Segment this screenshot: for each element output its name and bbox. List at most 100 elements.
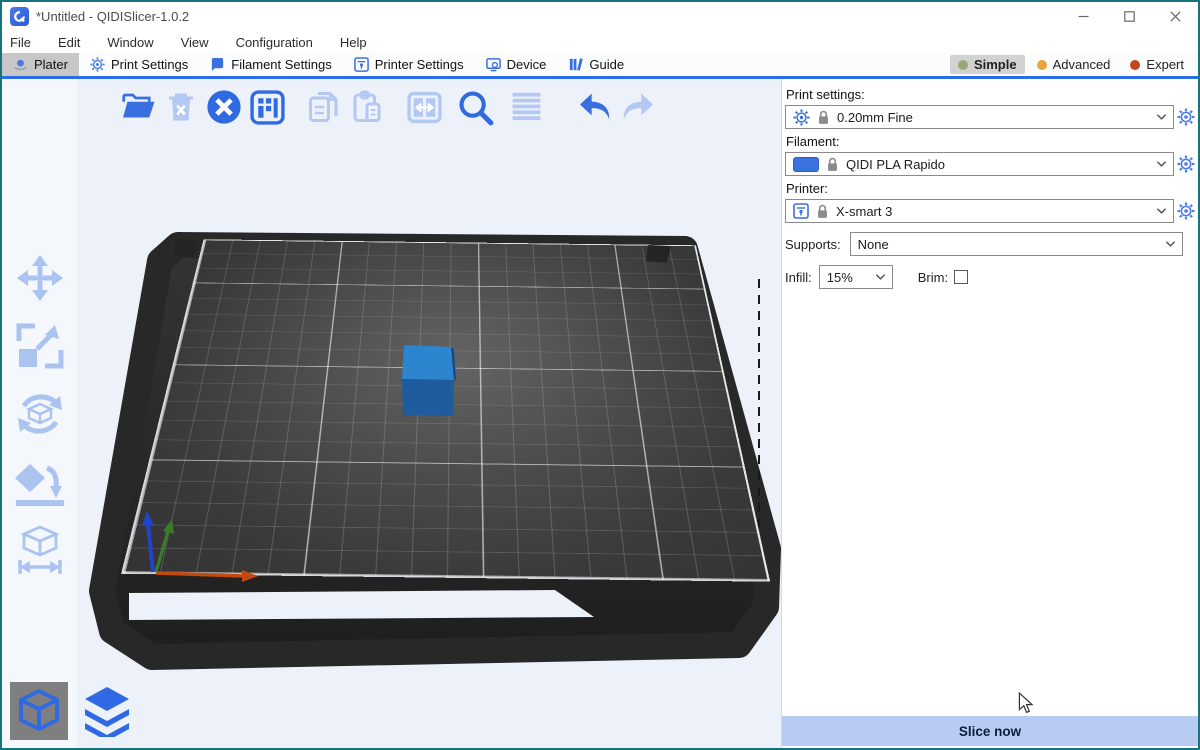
gear-icon <box>1177 108 1195 126</box>
place-on-face-tool-button[interactable] <box>13 455 67 509</box>
supports-combo[interactable]: None <box>850 232 1183 256</box>
menu-file[interactable]: File <box>10 35 44 50</box>
slice-now-button[interactable]: Slice now <box>782 716 1198 746</box>
measure-tool-button[interactable] <box>13 523 67 577</box>
gear-icon <box>90 57 105 72</box>
maximize-button[interactable] <box>1106 2 1152 31</box>
filament-color-swatch <box>793 157 819 172</box>
plater-toolbar <box>118 87 661 127</box>
title-bar: *Untitled - QIDISlicer-1.0.2 <box>2 2 1198 31</box>
redo-button[interactable] <box>618 87 658 127</box>
window-title: *Untitled - QIDISlicer-1.0.2 <box>36 9 189 24</box>
print-settings-combo[interactable]: 0.20mm Fine <box>785 105 1174 129</box>
preview-layers-icon <box>81 685 133 737</box>
mode-simple[interactable]: Simple <box>950 55 1025 74</box>
printer-label: Printer: <box>786 181 1198 196</box>
open-folder-button[interactable] <box>118 87 158 127</box>
infill-label: Infill: <box>785 270 812 285</box>
delete-trash-icon <box>163 89 199 125</box>
arrange-button[interactable] <box>247 87 287 127</box>
printer-combo[interactable]: X-smart 3 <box>785 199 1174 223</box>
arrange-icon <box>249 89 286 126</box>
gear-icon <box>1177 155 1195 173</box>
menu-help[interactable]: Help <box>340 35 380 50</box>
rotate-icon <box>14 388 66 440</box>
chevron-down-icon <box>1156 207 1167 215</box>
mode-expert[interactable]: Expert <box>1122 55 1192 74</box>
3d-viewport[interactable] <box>2 79 781 748</box>
menu-bar: File Edit Window View Configuration Help <box>2 31 1198 53</box>
settings-sidebar: Print settings: 0.20mm Fine Filament: QI… <box>781 79 1198 748</box>
menu-view[interactable]: View <box>181 35 222 50</box>
measure-icon <box>14 524 66 576</box>
brim-label: Brim: <box>918 270 948 285</box>
tab-guide[interactable]: Guide <box>557 53 635 76</box>
search-button[interactable] <box>455 87 495 127</box>
delete-all-icon <box>205 88 243 126</box>
3d-view-cube-icon <box>16 688 62 734</box>
edit-printer-button[interactable] <box>1174 202 1198 220</box>
advanced-mode-dot <box>1037 60 1047 70</box>
3d-editor-view-button[interactable] <box>10 682 68 740</box>
gear-icon <box>793 109 810 126</box>
infill-combo[interactable]: 15% <box>819 265 893 289</box>
printer-icon <box>354 57 369 72</box>
scale-tool-button[interactable] <box>13 319 67 373</box>
move-tool-button[interactable] <box>13 251 67 305</box>
paste-button[interactable] <box>347 87 387 127</box>
delete-all-button[interactable] <box>204 87 244 127</box>
chevron-down-icon <box>1156 113 1167 121</box>
supports-label: Supports: <box>785 237 841 252</box>
place-on-face-icon <box>14 456 66 508</box>
preview-view-button[interactable] <box>78 682 136 740</box>
tab-print-settings[interactable]: Print Settings <box>79 53 199 76</box>
app-window: *Untitled - QIDISlicer-1.0.2 File Edit W… <box>0 0 1200 750</box>
split-objects-button[interactable] <box>404 87 444 127</box>
redo-icon <box>618 87 658 127</box>
tab-plater[interactable]: Plater <box>2 53 79 76</box>
delete-button[interactable] <box>161 87 201 127</box>
tab-device[interactable]: Device <box>475 53 558 76</box>
mode-advanced[interactable]: Advanced <box>1029 55 1119 74</box>
gear-icon <box>1177 202 1195 220</box>
lock-icon <box>826 157 839 172</box>
menu-edit[interactable]: Edit <box>58 35 93 50</box>
edit-filament-button[interactable] <box>1174 155 1198 173</box>
tab-printer-settings[interactable]: Printer Settings <box>343 53 475 76</box>
build-plate[interactable] <box>121 239 770 581</box>
paste-icon <box>349 89 385 125</box>
close-button[interactable] <box>1152 2 1198 31</box>
filament-combo[interactable]: QIDI PLA Rapido <box>785 152 1174 176</box>
edit-print-settings-button[interactable] <box>1174 108 1198 126</box>
gizmo-toolbar <box>2 79 77 748</box>
copy-button[interactable] <box>304 87 344 127</box>
open-folder-icon <box>120 89 156 125</box>
lock-icon <box>816 204 829 219</box>
rotate-tool-button[interactable] <box>13 387 67 441</box>
simple-mode-dot <box>958 60 968 70</box>
menu-window[interactable]: Window <box>107 35 166 50</box>
split-objects-icon <box>406 89 443 126</box>
expert-mode-dot <box>1130 60 1140 70</box>
plater-icon <box>13 57 28 72</box>
print-settings-label: Print settings: <box>786 87 1198 102</box>
undo-icon <box>575 87 615 127</box>
variable-layer-height-button[interactable] <box>506 87 546 127</box>
chevron-down-icon <box>1165 240 1176 248</box>
app-logo-icon <box>10 7 29 26</box>
undo-button[interactable] <box>575 87 615 127</box>
tab-bar: Plater Print Settings Filament Settings … <box>2 53 1198 76</box>
search-icon <box>456 88 494 126</box>
view-switch <box>10 682 136 740</box>
filament-label: Filament: <box>786 134 1198 149</box>
printer-icon <box>793 203 809 219</box>
tab-filament-settings[interactable]: Filament Settings <box>199 53 342 76</box>
copy-icon <box>306 89 342 125</box>
filament-icon <box>210 57 225 72</box>
minimize-button[interactable] <box>1060 2 1106 31</box>
brim-checkbox[interactable] <box>954 270 968 284</box>
menu-configuration[interactable]: Configuration <box>236 35 326 50</box>
mode-selector: Simple Advanced Expert <box>950 53 1198 76</box>
move-icon <box>15 253 65 303</box>
lock-icon <box>817 110 830 125</box>
